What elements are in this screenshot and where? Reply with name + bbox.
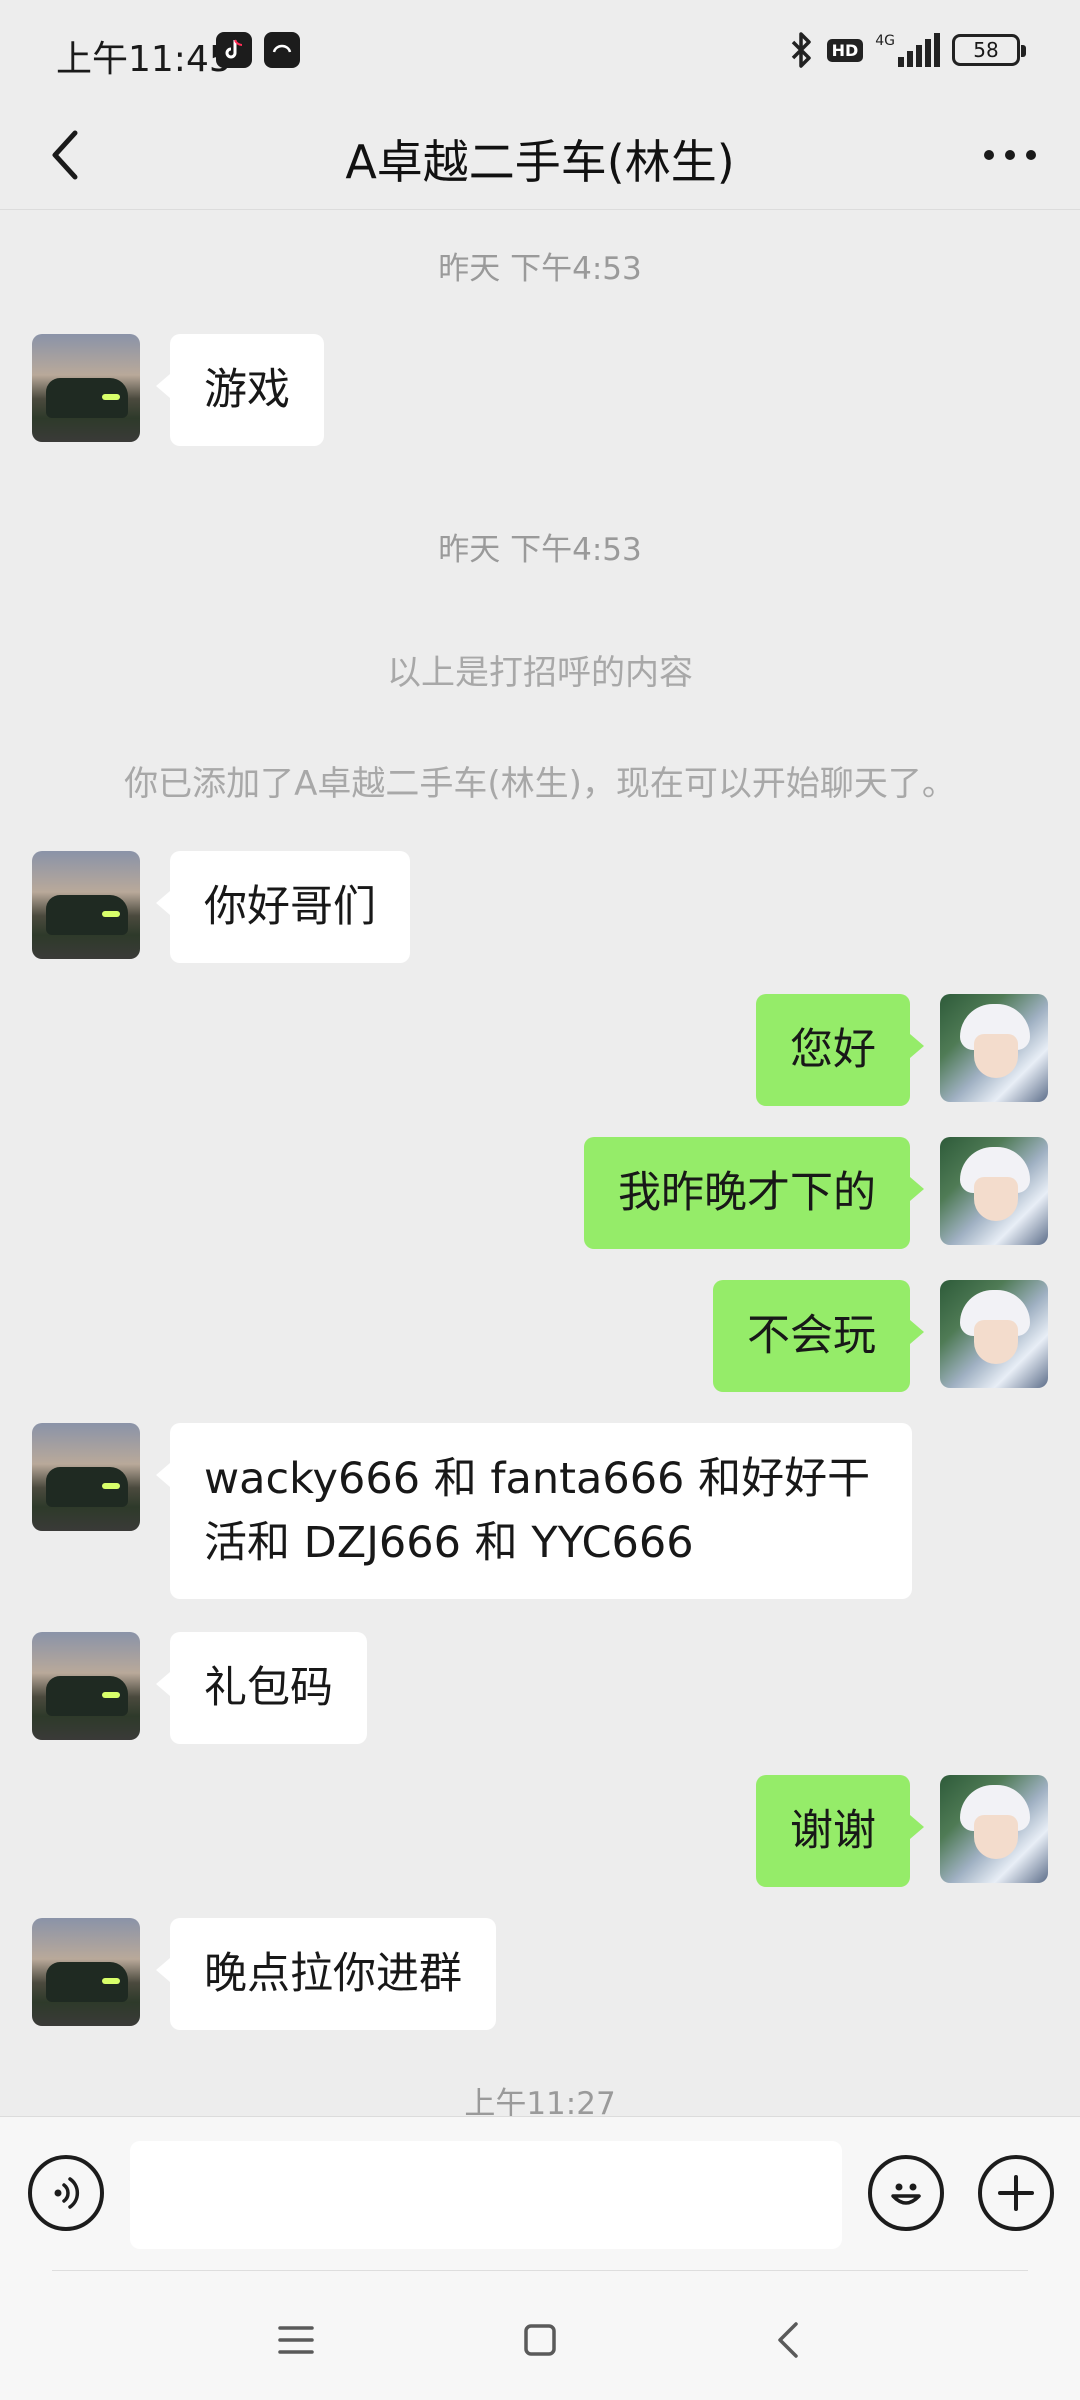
message-bubble-incoming[interactable]: wacky666 和 fanta666 和好好干活和 DZJ666 和 YYC6… (156, 1423, 912, 1599)
nav-back-button[interactable] (758, 2310, 818, 2370)
contact-avatar[interactable] (32, 1918, 140, 2026)
hd-badge: HD (826, 38, 864, 62)
bluetooth-icon (791, 32, 811, 68)
message-bubble-incoming[interactable]: 礼包码 (156, 1632, 367, 1744)
my-avatar[interactable] (940, 1775, 1048, 1883)
signal-icon: 4G (875, 33, 940, 67)
my-avatar[interactable] (940, 1280, 1048, 1388)
battery-indicator: 58 (952, 34, 1026, 66)
chat-title: A卓越二手车(林生) (345, 135, 735, 189)
timestamp: 昨天 下午4:53 (438, 251, 642, 287)
emoji-button[interactable] (868, 2155, 944, 2231)
home-button[interactable] (510, 2310, 570, 2370)
home-icon (524, 2324, 556, 2356)
message-bubble-outgoing[interactable]: 谢谢 (756, 1775, 924, 1887)
system-notice: 你已添加了A卓越二手车(林生)，现在可以开始聊天了。 (124, 764, 956, 804)
system-nav-bar (0, 2270, 1080, 2400)
plus-button[interactable] (978, 2155, 1054, 2231)
message-bubble-outgoing[interactable]: 我昨晚才下的 (584, 1137, 924, 1249)
back-icon (778, 2322, 798, 2358)
message-bubble-incoming[interactable]: 游戏 (156, 334, 324, 446)
menu-button[interactable] (266, 2310, 326, 2370)
soul-icon (264, 32, 300, 68)
timestamp: 昨天 下午4:53 (438, 532, 642, 568)
contact-avatar[interactable] (32, 1423, 140, 1531)
message-bubble-outgoing[interactable]: 您好 (756, 994, 924, 1106)
input-bar (0, 2116, 1080, 2270)
message-list[interactable]: 昨天 下午4:53 游戏 昨天 下午4:53 以上是打招呼的内容 你已添加了A卓… (0, 211, 1080, 2116)
divider (52, 2270, 1028, 2271)
plus-icon (998, 2175, 1034, 2211)
menu-icon (278, 2326, 314, 2354)
status-time: 上午11:45 (56, 39, 232, 80)
more-dots-icon (984, 150, 1036, 160)
status-bar: 上午11:45 HD 4G 58 (0, 0, 1080, 100)
more-button[interactable] (970, 120, 1050, 190)
voice-icon (54, 2177, 80, 2209)
message-input[interactable] (130, 2141, 842, 2249)
message-bubble-incoming[interactable]: 你好哥们 (156, 851, 410, 963)
my-avatar[interactable] (940, 994, 1048, 1102)
my-avatar[interactable] (940, 1137, 1048, 1245)
timestamp: 上午11:27 (464, 2086, 616, 2116)
system-notice: 以上是打招呼的内容 (387, 653, 693, 693)
emoji-icon (891, 2183, 921, 2205)
contact-avatar[interactable] (32, 334, 140, 442)
message-bubble-incoming[interactable]: 晚点拉你进群 (156, 1918, 496, 2030)
contact-avatar[interactable] (32, 851, 140, 959)
message-bubble-outgoing[interactable]: 不会玩 (713, 1280, 924, 1392)
chat-header: A卓越二手车(林生) (0, 100, 1080, 210)
contact-avatar[interactable] (32, 1632, 140, 1740)
voice-button[interactable] (28, 2155, 104, 2231)
tiktok-icon (216, 32, 252, 68)
